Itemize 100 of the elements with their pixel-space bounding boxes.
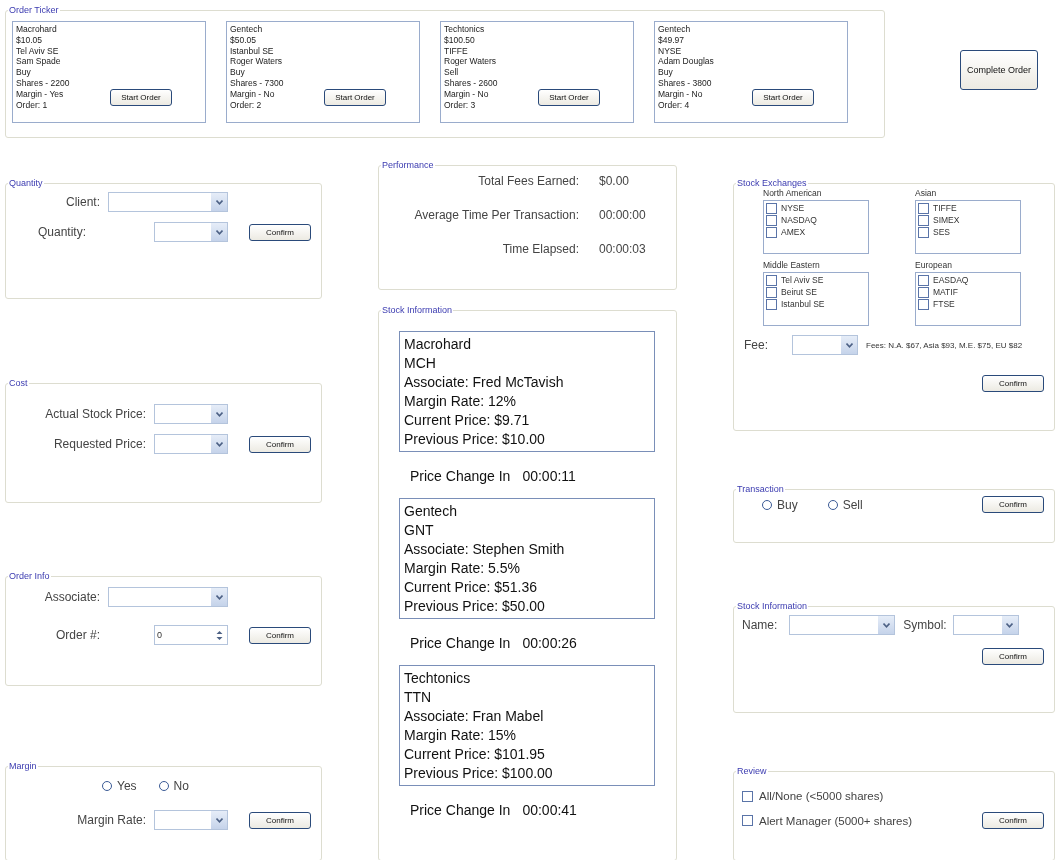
start-order-button[interactable]: Start Order xyxy=(324,89,386,106)
field-label: Associate: xyxy=(43,590,100,604)
order-detail: Gentech xyxy=(230,24,264,35)
exchange-checkbox[interactable]: TIFFE xyxy=(918,202,1018,214)
stock-detail: Current Price: $101.95 xyxy=(404,745,546,764)
stock-detail: Margin Rate: 5.5% xyxy=(404,559,521,578)
order-detail: Margin - No xyxy=(658,88,704,100)
order-detail: Order: 3 xyxy=(444,99,477,111)
field-label: Order #: xyxy=(55,628,100,642)
order-detail: Shares - 7300 xyxy=(230,78,285,89)
exchange-checkbox[interactable]: AMEX xyxy=(766,226,866,238)
exchange-checkbox[interactable]: Istanbul SE xyxy=(766,298,866,310)
stat-value: 00:00:00 xyxy=(599,208,646,222)
stock-detail: Associate: Stephen Smith xyxy=(404,540,566,559)
exchange-checkbox[interactable]: SIMEX xyxy=(918,214,1018,226)
dropdown[interactable] xyxy=(108,192,228,212)
complete-order-button[interactable]: Complete Order xyxy=(960,50,1038,90)
start-order-button[interactable]: Start Order xyxy=(110,89,172,106)
review-checkbox[interactable]: All/None (<5000 shares) xyxy=(738,790,884,802)
exchange-checkbox[interactable]: SES xyxy=(918,226,1018,238)
group-title: Stock Exchanges xyxy=(736,178,808,188)
stock-detail: Associate: Fran Mabel xyxy=(404,707,545,726)
stock-detail: Gentech xyxy=(404,502,458,521)
confirm-button[interactable]: Confirm xyxy=(249,811,311,829)
exchange-checkbox[interactable]: NYSE xyxy=(766,202,866,214)
confirm-button[interactable]: Confirm xyxy=(982,496,1044,513)
exchange-checkbox[interactable]: NASDAQ xyxy=(766,214,866,226)
confirm-button[interactable]: Confirm xyxy=(249,626,311,644)
field-label: Symbol: xyxy=(903,618,947,632)
dropdown[interactable] xyxy=(952,615,1019,635)
field-label: Requested Price: xyxy=(52,437,146,451)
order-detail: Buy xyxy=(230,67,246,78)
stock-detail: Macrohard xyxy=(404,335,472,354)
confirm-button[interactable]: Confirm xyxy=(982,375,1044,392)
stock-detail: Previous Price: $50.00 xyxy=(404,597,546,616)
fee-note: Fees: N.A. $67, Asia $93, M.E. $75, EU $82 xyxy=(866,340,1023,350)
order-detail: $10.05 xyxy=(16,34,43,46)
order-detail: Roger Waters xyxy=(444,56,498,68)
dropdown[interactable] xyxy=(154,404,228,424)
field-label: Client: xyxy=(65,195,100,209)
order-detail: Shares - 2600 xyxy=(444,78,499,89)
radio-option[interactable]: Yes xyxy=(102,779,137,793)
stock-detail: Margin Rate: 12% xyxy=(404,392,518,411)
order-detail: Techtonics xyxy=(444,24,486,35)
countdown-time: 00:00:26 xyxy=(522,635,577,651)
group-title: Review xyxy=(736,766,768,776)
order-detail: TIFFE xyxy=(444,45,469,57)
countdown-label: Price Change In xyxy=(410,802,511,818)
exchange-checkbox[interactable]: Tel Aviv SE xyxy=(766,274,866,286)
dropdown[interactable] xyxy=(108,587,228,607)
order-detail: Sell xyxy=(444,67,460,78)
group-title: Margin xyxy=(8,761,38,771)
stock-detail: Techtonics xyxy=(404,669,472,688)
radio-option[interactable]: Buy xyxy=(762,497,798,512)
confirm-button[interactable]: Confirm xyxy=(982,812,1044,829)
confirm-button[interactable]: Confirm xyxy=(982,648,1044,665)
order-detail: Order: 1 xyxy=(16,99,49,111)
group-title: Order Ticker xyxy=(8,5,60,15)
exchange-checkbox[interactable]: MATIF xyxy=(918,286,1018,298)
stock-detail: GNT xyxy=(404,521,435,540)
order-detail: NYSE xyxy=(658,45,683,57)
dropdown[interactable] xyxy=(154,434,228,454)
start-order-button[interactable]: Start Order xyxy=(752,89,814,106)
review-checkbox[interactable]: Alert Manager (5000+ shares) xyxy=(738,814,913,827)
stock-detail: Current Price: $9.71 xyxy=(404,411,531,430)
group-title: Stock Information xyxy=(736,601,809,611)
dropdown[interactable] xyxy=(154,810,228,830)
order-detail: Tel Aviv SE xyxy=(16,45,60,57)
group-title: Performance xyxy=(381,160,435,170)
radio-option[interactable]: No xyxy=(158,779,189,793)
radio-option[interactable]: Sell xyxy=(827,497,863,512)
field-label: Fee: xyxy=(743,338,768,352)
countdown-label: Price Change In xyxy=(410,635,511,651)
confirm-button[interactable]: Confirm xyxy=(249,223,311,241)
region-label: European xyxy=(915,260,953,270)
order-detail: Macrohard xyxy=(16,24,58,35)
exchange-checkbox[interactable]: Beirut SE xyxy=(766,286,866,298)
stat-value: 00:00:03 xyxy=(599,242,646,256)
number-spinner[interactable]: 0 xyxy=(154,625,228,645)
exchange-checkbox[interactable]: EASDAQ xyxy=(918,274,1018,286)
dropdown[interactable] xyxy=(154,222,228,242)
confirm-button[interactable]: Confirm xyxy=(249,435,311,453)
exchange-checkbox[interactable]: FTSE xyxy=(918,298,1018,310)
order-detail: Order: 2 xyxy=(230,99,263,111)
spinner-arrows-icon xyxy=(216,629,223,641)
order-detail: $49.97 xyxy=(658,34,685,46)
order-detail: Margin - No xyxy=(444,88,490,100)
start-order-button[interactable]: Start Order xyxy=(538,89,600,106)
field-label: Actual Stock Price: xyxy=(44,407,146,421)
order-detail: Order: 4 xyxy=(658,99,691,111)
field-label: Margin Rate: xyxy=(76,813,146,827)
field-label: Name: xyxy=(742,618,778,632)
stat-label: Time Elapsed: xyxy=(501,242,579,256)
dropdown[interactable] xyxy=(789,615,896,635)
countdown-time: 00:00:11 xyxy=(522,468,576,484)
region-label: North American xyxy=(763,188,823,198)
order-detail: Istanbul SE xyxy=(230,45,275,57)
dropdown[interactable] xyxy=(792,335,858,355)
stat-label: Total Fees Earned: xyxy=(477,174,579,188)
stock-detail: Previous Price: $100.00 xyxy=(404,764,554,783)
